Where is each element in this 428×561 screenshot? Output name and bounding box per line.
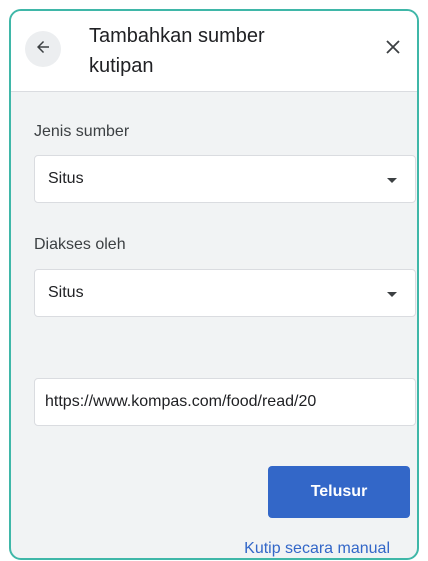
dialog-header: Tambahkan sumber kutipan xyxy=(11,11,417,92)
arrow-left-icon xyxy=(34,38,52,61)
caret-down-icon xyxy=(387,178,397,183)
close-button[interactable] xyxy=(381,37,405,61)
source-type-label: Jenis sumber xyxy=(34,123,130,140)
caret-down-icon xyxy=(387,292,397,297)
accessed-by-value: Situs xyxy=(48,284,84,301)
accessed-by-label: Diakses oleh xyxy=(34,236,126,253)
url-input[interactable] xyxy=(34,378,416,426)
source-type-value: Situs xyxy=(48,170,84,187)
citation-dialog: Tambahkan sumber kutipan Jenis sumber Si… xyxy=(9,9,419,560)
accessed-by-dropdown[interactable]: Situs xyxy=(34,269,416,317)
manual-cite-link[interactable]: Kutip secara manual xyxy=(11,540,417,558)
close-icon xyxy=(386,39,400,59)
dialog-title: Tambahkan sumber kutipan xyxy=(89,25,265,77)
source-type-dropdown[interactable]: Situs xyxy=(34,155,416,203)
search-button[interactable]: Telusur xyxy=(268,466,410,518)
back-button[interactable] xyxy=(25,31,61,67)
